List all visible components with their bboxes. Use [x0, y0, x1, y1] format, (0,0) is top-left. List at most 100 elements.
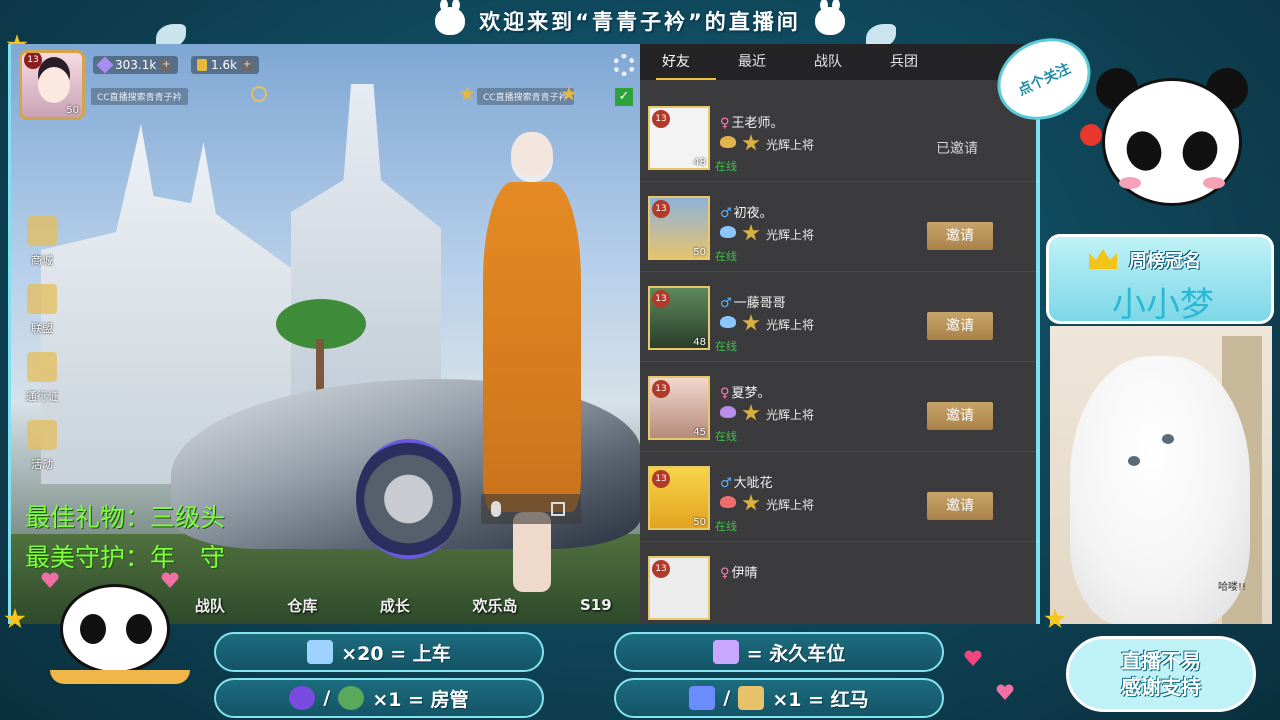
coin-balance: 1.6k +: [191, 56, 260, 74]
rank-medal-icon: [742, 134, 760, 151]
rocket-icon: [689, 686, 716, 710]
reward-admin-text: ×1 = 房管: [372, 688, 469, 711]
character-head: [511, 132, 553, 182]
gem-icon: [96, 56, 114, 74]
nav-growth[interactable]: 成长: [380, 595, 410, 616]
nav-fun-island[interactable]: 欢乐岛: [472, 595, 517, 616]
rank-wing-icon: [720, 136, 736, 148]
side-item-label: 活动: [31, 458, 53, 471]
friend-avatar[interactable]: 13 48: [648, 106, 710, 170]
panda-mascot: [1092, 68, 1252, 228]
best-guard-text: 最美守护：年 守: [25, 543, 226, 572]
side-item-alliance[interactable]: 联盟: [17, 280, 67, 348]
tab-legion[interactable]: 兵团: [884, 44, 960, 80]
friend-name: ♂ 大呲花: [720, 472, 773, 491]
friend-name: ♂ 一藤哥哥: [720, 292, 786, 311]
friend-row[interactable]: 13 45 ♀ 夏梦。 光辉上将 在线 邀请: [640, 362, 1036, 452]
friends-tabs: 好友 最近 战队 兵团: [640, 44, 1036, 80]
rocking-horse-panda: [40, 574, 200, 704]
friends-panel: 好友 最近 战队 兵团 13 48 ♀ 王老师。 光辉上将 在线 已邀请 13 5…: [640, 44, 1040, 624]
tab-team[interactable]: 战队: [808, 44, 884, 80]
friend-rank: 光辉上将: [766, 318, 815, 332]
friend-rank: 光辉上将: [766, 498, 815, 512]
planet-icon: [289, 686, 316, 710]
rank-medal-icon: [742, 494, 760, 511]
support-line-1: 直播不易: [1121, 649, 1201, 673]
heart-icon: [964, 650, 992, 674]
crown-name: 小小梦: [1112, 285, 1214, 325]
orange-jumpsuit: [483, 182, 581, 512]
invite-button[interactable]: 邀请: [927, 312, 993, 340]
friend-name-text: 伊晴: [731, 566, 758, 581]
friend-row[interactable]: 13 50 ♂ 初夜。 光辉上将 在线 邀请: [640, 182, 1036, 272]
friend-avatar[interactable]: 13 48: [648, 286, 710, 350]
rank-medal-icon: [742, 224, 760, 241]
friend-row[interactable]: 13 48 ♀ 王老师。 光辉上将 在线 已邀请: [640, 92, 1036, 182]
invite-button[interactable]: 邀请: [927, 222, 993, 250]
invite-button[interactable]: 邀请: [927, 492, 993, 520]
player-avatar[interactable]: 13 50: [19, 50, 85, 120]
reward-admin-slash: /: [323, 687, 331, 709]
exit-icon[interactable]: [551, 502, 565, 516]
voice-controls: [481, 494, 581, 524]
crown-title: 周榜冠名: [1129, 251, 1201, 272]
friend-row[interactable]: 13 48 ♂ 一藤哥哥 光辉上将 在线 邀请: [640, 272, 1036, 362]
rank-wing-icon: [720, 226, 736, 238]
friend-row[interactable]: 13 50 ♂ 大呲花 光辉上将 在线 邀请: [640, 452, 1036, 542]
bunny-icon: [814, 0, 845, 35]
clock-icon[interactable]: [251, 86, 267, 102]
female-icon: ♀: [720, 386, 730, 401]
airdrop-icon: [338, 686, 365, 710]
friend-name-text: 一藤哥哥: [733, 296, 786, 311]
friend-row[interactable]: 13 ♀ 伊晴: [640, 542, 1036, 624]
side-item-shop[interactable]: 商城: [17, 212, 67, 280]
best-gift-text: 最佳礼物：三级头: [25, 503, 226, 532]
side-item-pass[interactable]: 通行证: [17, 348, 67, 416]
friend-name-text: 夏梦。: [731, 386, 771, 401]
gem-balance: 303.1k +: [93, 56, 179, 74]
friend-level: 50: [693, 247, 706, 258]
confirm-check-icon[interactable]: ✓: [615, 88, 633, 106]
friend-name: ♀ 王老师。: [720, 112, 784, 131]
star-flag-icon: [27, 284, 57, 314]
friend-avatar[interactable]: 13 45: [648, 376, 710, 440]
friend-status: 在线: [715, 430, 737, 443]
reward-pill-car: ×20 = 上车: [214, 632, 544, 672]
character-legs: [513, 512, 551, 592]
side-item-events[interactable]: 活动: [17, 416, 67, 484]
pass-icon: [27, 352, 57, 382]
male-icon: ♂: [720, 296, 732, 311]
add-coins-button[interactable]: +: [241, 59, 254, 71]
add-gems-button[interactable]: +: [160, 59, 173, 71]
player-character[interactable]: [473, 132, 588, 602]
friend-status: 在线: [715, 340, 737, 353]
avatar-face: [38, 67, 70, 103]
stream-banner: 欢迎来到“青青子衿”的直播间: [0, 0, 1280, 42]
follow-text: 点个关注: [1015, 60, 1074, 99]
side-menu: 商城 联盟 通行证 活动: [17, 212, 67, 484]
flower-icon: [1080, 124, 1102, 146]
support-line-2: 感谢支持: [1121, 675, 1201, 699]
settings-gear-icon[interactable]: [613, 54, 635, 76]
heart-icon: [996, 684, 1014, 700]
rank-medal-icon: [742, 314, 760, 331]
nav-warehouse[interactable]: 仓库: [287, 595, 317, 616]
cam-caption: 哈喽!!: [1218, 582, 1247, 593]
male-icon: ♂: [720, 206, 732, 221]
friend-name: ♀ 伊晴: [720, 562, 758, 581]
tab-friends[interactable]: 好友: [656, 44, 732, 80]
friend-level-badge: 13: [652, 290, 670, 308]
friend-avatar[interactable]: 13: [648, 556, 710, 620]
tab-recent[interactable]: 最近: [732, 44, 808, 80]
nav-season[interactable]: S19: [580, 596, 612, 614]
player-level-badge: 13: [24, 53, 42, 69]
rank-wing-icon: [720, 496, 736, 508]
friend-level-badge: 13: [652, 200, 670, 218]
reward-parking-text: = 永久车位: [746, 642, 846, 665]
invite-button[interactable]: 邀请: [927, 402, 993, 430]
figure-icon: [738, 686, 765, 710]
microphone-icon[interactable]: [491, 501, 501, 517]
friend-avatar[interactable]: 13 50: [648, 196, 710, 260]
friend-status: 在线: [715, 520, 737, 533]
friend-avatar[interactable]: 13 50: [648, 466, 710, 530]
